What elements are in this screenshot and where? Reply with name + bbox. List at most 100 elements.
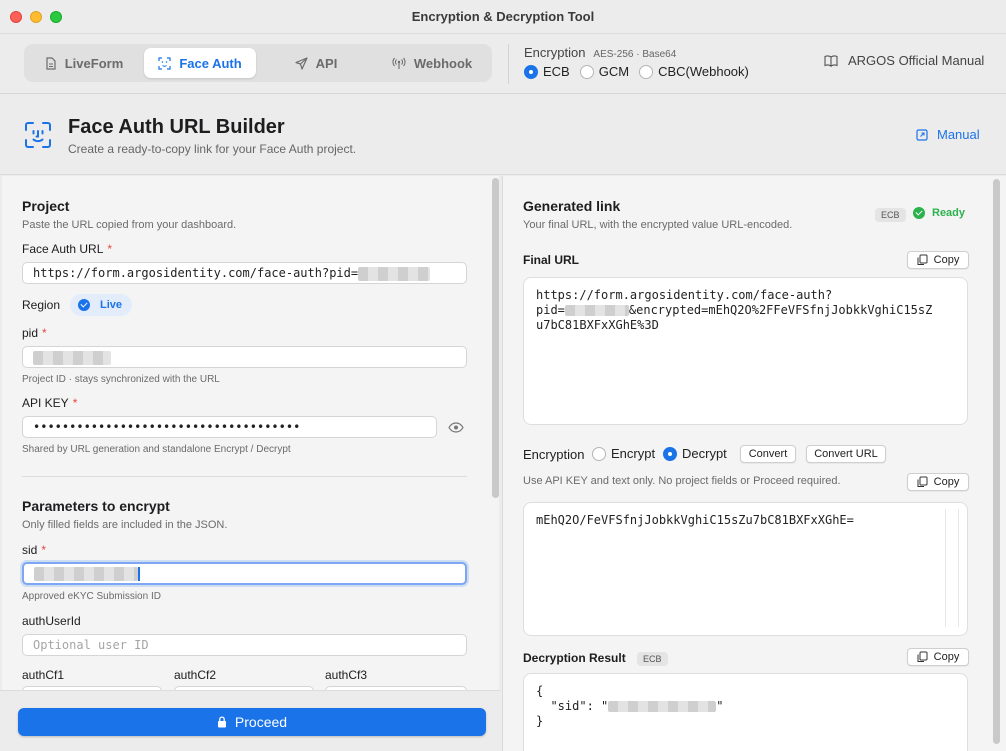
mode-ecb-label: ECB [543, 64, 570, 79]
mode-gcm-option[interactable]: GCM [579, 64, 630, 79]
auth-user-id-placeholder: Optional user ID [33, 638, 149, 652]
generated-link-hint: Your final URL, with the encrypted value… [523, 219, 793, 231]
encrypt-label: Encrypt [611, 446, 656, 461]
right-scrollbar[interactable] [993, 179, 1000, 744]
api-key-label: API KEY * [22, 396, 78, 410]
redacted-value [564, 305, 629, 316]
toolbar: LiveForm Face Auth API Webhook Encryptio… [0, 34, 1006, 94]
window-title: Encryption & Decryption Tool [411, 9, 595, 24]
mode-chip: ECB [637, 652, 668, 666]
tab-bar: LiveForm Face Auth API Webhook [24, 44, 492, 82]
text-area-scrollbar[interactable] [945, 509, 959, 627]
encryption-text-area[interactable]: mEhQ2O/FeVFSfnjJobkkVghiC15sZu7bC81BXFxX… [523, 502, 968, 636]
tab-face-auth-label: Face Auth [179, 55, 242, 71]
document-icon [46, 56, 56, 70]
json-line: } [536, 714, 544, 728]
eye-icon[interactable] [448, 422, 464, 433]
json-line: { [536, 684, 544, 698]
mode-cbc-option[interactable]: CBC(Webhook) [639, 64, 749, 79]
copy-label: Copy [933, 254, 960, 266]
required-marker: * [42, 326, 47, 340]
tab-face-auth[interactable]: Face Auth [144, 48, 256, 78]
mode-ecb-option[interactable]: ECB [524, 64, 570, 79]
copy-final-url-button[interactable]: Copy [907, 251, 969, 269]
api-key-input[interactable]: ••••••••••••••••••••••••••••••••••••• [22, 416, 437, 438]
copy-icon [917, 254, 928, 265]
encryption-text-value: mEhQ2O/FeVFSfnjJobkkVghiC15sZu7bC81BXFxX… [536, 513, 854, 527]
manual-link-label: Manual [937, 127, 980, 142]
auth-cf3-label: authCf3 [325, 668, 368, 682]
face-auth-url-input[interactable]: https://form.argosidentity.com/face-auth… [22, 262, 467, 284]
status-badge: Ready [913, 207, 965, 219]
broadcast-icon [392, 57, 406, 69]
encryption-tool-label: Encryption [523, 447, 585, 462]
page-header: Face Auth URL Builder Create a ready-to-… [0, 95, 1006, 175]
copy-result-button[interactable]: Copy [907, 648, 969, 666]
api-key-hint: Shared by URL generation and standalone … [22, 444, 291, 455]
auth-cf2-label: authCf2 [174, 668, 217, 682]
external-link-icon [916, 128, 928, 141]
sid-label: sid * [22, 543, 47, 557]
convert-url-button[interactable]: Convert URL [806, 445, 886, 463]
sid-input[interactable] [22, 562, 467, 585]
proceed-button[interactable]: Proceed [18, 708, 486, 736]
action-footer: Proceed [0, 690, 500, 751]
redacted-value [608, 701, 717, 712]
decryption-result-label: Decryption Result [523, 651, 626, 665]
official-manual-button[interactable]: ARGOS Official Manual [824, 53, 984, 68]
redacted-value [358, 266, 431, 281]
settings-panel: Project Paste the URL copied from your d… [2, 176, 499, 751]
generated-link-title: Generated link [523, 198, 621, 214]
final-url-line: u7bC81BXFxXGhE%3D [536, 318, 659, 332]
params-section-hint: Only filled fields are included in the J… [22, 519, 228, 531]
encrypt-radio[interactable] [592, 446, 606, 461]
left-scrollbar[interactable] [492, 178, 499, 498]
tab-webhook-label: Webhook [413, 55, 473, 71]
title-bar: Encryption & Decryption Tool [0, 0, 1006, 34]
pid-input[interactable] [22, 346, 467, 368]
decrypt-option[interactable]: Decrypt [663, 446, 727, 461]
copy-icon [917, 651, 928, 662]
region-value: Live [100, 299, 123, 311]
project-section-title: Project [22, 198, 70, 214]
region-label: Region [22, 298, 61, 312]
tab-webhook[interactable]: Webhook [376, 48, 488, 78]
face-id-icon [25, 122, 51, 148]
official-manual-label: ARGOS Official Manual [848, 53, 985, 68]
tab-api-label: API [315, 55, 338, 71]
encryption-tool-hint: Use API KEY and text only. No project fi… [523, 475, 841, 487]
copy-icon [917, 476, 928, 487]
params-section-title: Parameters to encrypt [22, 498, 170, 514]
region-badge: Live [70, 294, 133, 316]
tab-api[interactable]: API [260, 48, 372, 78]
mode-cbc-radio[interactable] [639, 64, 654, 79]
pid-hint: Project ID · stays synchronized with the… [22, 374, 220, 385]
encryption-mode-detail: AES-256 · Base64 [593, 49, 677, 60]
encrypt-option[interactable]: Encrypt [592, 446, 655, 461]
section-divider [22, 476, 467, 477]
tab-liveform[interactable]: LiveForm [28, 48, 140, 78]
decryption-result-output[interactable]: { "sid": " " } [523, 673, 968, 751]
project-section-hint: Paste the URL copied from your dashboard… [22, 219, 237, 231]
auth-user-id-input[interactable]: Optional user ID [22, 634, 467, 656]
auth-user-id-label: authUserId [22, 614, 81, 628]
final-url-output[interactable]: https://form.argosidentity.com/face-auth… [523, 277, 968, 425]
proceed-label: Proceed [234, 714, 288, 730]
mode-gcm-label: GCM [598, 64, 630, 79]
tab-liveform-label: LiveForm [64, 55, 124, 71]
copy-text-button[interactable]: Copy [907, 473, 969, 491]
text-cursor [138, 566, 140, 581]
output-panel: Generated link Your final URL, with the … [502, 176, 1006, 751]
mode-gcm-radio[interactable] [579, 64, 594, 79]
lock-icon [217, 716, 226, 728]
toolbar-divider [508, 44, 509, 84]
manual-link[interactable]: Manual [916, 127, 980, 142]
convert-button[interactable]: Convert [740, 445, 796, 463]
copy-label: Copy [933, 476, 960, 488]
required-marker: * [72, 396, 78, 410]
mode-ecb-radio[interactable] [524, 64, 538, 79]
page-subtitle: Create a ready-to-copy link for your Fac… [68, 142, 357, 156]
decrypt-radio[interactable] [663, 446, 677, 461]
book-icon [824, 54, 838, 67]
pid-label: pid * [22, 326, 47, 340]
